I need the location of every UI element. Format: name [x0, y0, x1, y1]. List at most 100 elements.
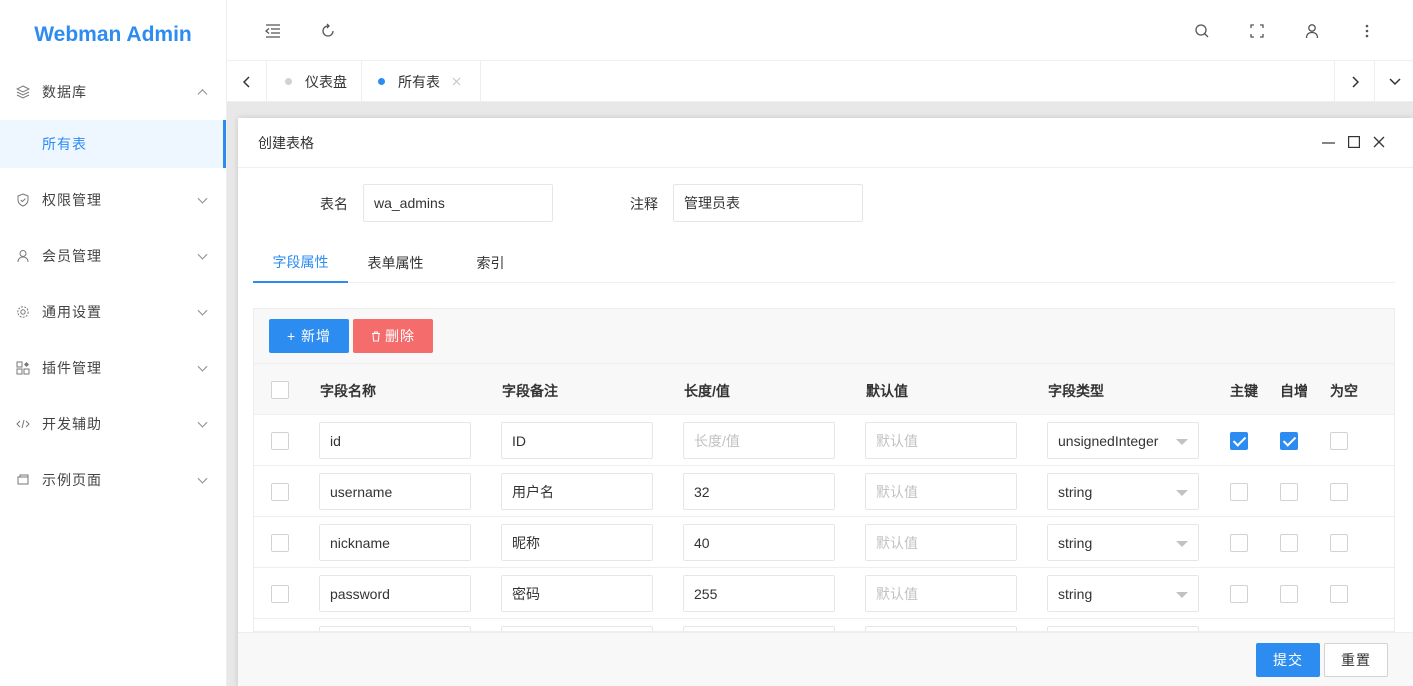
chevron-down-icon	[197, 417, 208, 428]
nullable-checkbox[interactable]	[1330, 534, 1348, 552]
table-row: id ID 长度/值 默认值 unsignedInteger	[254, 415, 1394, 466]
tab-label: 仪表盘	[305, 73, 347, 90]
search-icon[interactable]	[1191, 20, 1213, 42]
sidebar: Webman Admin 数据库 所有表 权限管理 会员管理 通用设置 插件管理	[0, 0, 227, 686]
sidebar-item-label: 数据库	[42, 84, 87, 100]
row-select-checkbox[interactable]	[271, 534, 289, 552]
field-type-value: unsignedInteger	[1058, 432, 1159, 449]
trash-icon	[371, 331, 381, 342]
column-header: 字段备注	[502, 383, 558, 399]
reset-button[interactable]: 重置	[1324, 643, 1388, 677]
select-all-checkbox[interactable]	[271, 381, 289, 399]
field-type-select[interactable]: unsignedInteger	[1047, 422, 1199, 459]
field-default-input[interactable]: 默认值	[865, 524, 1017, 561]
submit-button[interactable]: 提交	[1256, 643, 1320, 677]
field-default-input[interactable]: 默认值	[865, 422, 1017, 459]
sidebar-item-label: 通用设置	[42, 304, 102, 320]
gear-icon	[16, 305, 30, 319]
field-default-input[interactable]: 默认值	[865, 473, 1017, 510]
fields-panel: + 新增 删除 字段名称 字段备注 长度/值 默认值 字段类型 主键 自增 为空…	[253, 308, 1395, 632]
column-header: 主键	[1230, 383, 1258, 399]
sidebar-item-permissions[interactable]: 权限管理	[0, 172, 226, 228]
nullable-checkbox[interactable]	[1330, 585, 1348, 603]
chevron-down-icon	[197, 361, 208, 372]
app-logo: Webman Admin	[34, 23, 192, 46]
top-header	[227, 0, 1413, 61]
primary-key-checkbox[interactable]	[1230, 585, 1248, 603]
field-comment-input[interactable]: 用户名	[501, 473, 653, 510]
column-header: 默认值	[866, 383, 908, 399]
field-length-input[interactable]: 长度/值	[683, 422, 835, 459]
apps-icon	[16, 361, 30, 375]
field-name-input[interactable]: nickname	[319, 524, 471, 561]
tab-all-tables[interactable]: 所有表	[362, 61, 481, 102]
user-icon[interactable]	[1301, 20, 1323, 42]
tab-index[interactable]: 索引	[443, 242, 538, 283]
column-header: 长度/值	[684, 383, 730, 399]
tabs-prev-button[interactable]	[227, 61, 267, 102]
field-name-input[interactable]: password	[319, 575, 471, 612]
tabs-menu-button[interactable]	[1374, 61, 1413, 102]
table-name-input[interactable]: wa_admins	[363, 184, 553, 222]
column-header: 字段名称	[320, 383, 376, 399]
table-name-label: 表名	[320, 196, 348, 212]
refresh-icon[interactable]	[317, 20, 339, 42]
delete-field-button[interactable]: 删除	[353, 319, 433, 353]
sidebar-item-database[interactable]: 数据库	[0, 64, 226, 120]
auto-increment-checkbox[interactable]	[1280, 432, 1298, 450]
field-comment-input[interactable]: 密码	[501, 575, 653, 612]
field-name-input[interactable]: id	[319, 422, 471, 459]
field-length-input[interactable]: 32	[683, 473, 835, 510]
tab-form-properties[interactable]: 表单属性	[348, 242, 443, 283]
field-default-input[interactable]: 默认值	[865, 575, 1017, 612]
add-field-button[interactable]: + 新增	[269, 319, 349, 353]
primary-key-checkbox[interactable]	[1230, 432, 1248, 450]
user-icon	[16, 249, 30, 263]
maximize-icon[interactable]	[1346, 134, 1362, 150]
more-icon[interactable]	[1356, 20, 1378, 42]
row-select-checkbox[interactable]	[271, 483, 289, 501]
sidebar-item-members[interactable]: 会员管理	[0, 228, 226, 284]
field-length-input[interactable]: 40	[683, 524, 835, 561]
nullable-checkbox[interactable]	[1330, 483, 1348, 501]
field-type-select[interactable]: string	[1047, 524, 1199, 561]
field-comment-input[interactable]: 昵称	[501, 524, 653, 561]
field-type-select[interactable]: string	[1047, 575, 1199, 612]
chevron-down-icon	[197, 473, 208, 484]
table-row	[254, 619, 1394, 631]
field-type-value: string	[1058, 534, 1093, 551]
column-header: 自增	[1280, 383, 1308, 399]
collapse-menu-icon[interactable]	[262, 20, 284, 42]
close-icon[interactable]	[452, 77, 461, 86]
chevron-down-icon	[197, 193, 208, 204]
primary-key-checkbox[interactable]	[1230, 534, 1248, 552]
field-length-input[interactable]: 255	[683, 575, 835, 612]
sidebar-item-plugins[interactable]: 插件管理	[0, 340, 226, 396]
nullable-checkbox[interactable]	[1330, 432, 1348, 450]
layers-icon	[16, 85, 30, 99]
auto-increment-checkbox[interactable]	[1280, 483, 1298, 501]
comment-input[interactable]: 管理员表	[673, 184, 863, 222]
row-select-checkbox[interactable]	[271, 585, 289, 603]
sidebar-item-label: 开发辅助	[42, 416, 102, 432]
tabs-next-button[interactable]	[1334, 61, 1374, 102]
field-name-input[interactable]: username	[319, 473, 471, 510]
sidebar-item-examples[interactable]: 示例页面	[0, 452, 226, 508]
dialog-title: 创建表格	[238, 118, 1413, 168]
sidebar-item-all-tables[interactable]: 所有表	[0, 120, 226, 168]
column-header: 字段类型	[1048, 383, 1104, 399]
auto-increment-checkbox[interactable]	[1280, 534, 1298, 552]
fullscreen-icon[interactable]	[1246, 20, 1268, 42]
auto-increment-checkbox[interactable]	[1280, 585, 1298, 603]
sidebar-item-settings[interactable]: 通用设置	[0, 284, 226, 340]
row-select-checkbox[interactable]	[271, 432, 289, 450]
field-type-select[interactable]: string	[1047, 473, 1199, 510]
field-type-value: string	[1058, 585, 1093, 602]
tab-field-properties[interactable]: 字段属性	[253, 242, 348, 283]
primary-key-checkbox[interactable]	[1230, 483, 1248, 501]
field-comment-input[interactable]: ID	[501, 422, 653, 459]
tab-dashboard[interactable]: 仪表盘	[267, 61, 362, 102]
close-icon[interactable]	[1371, 134, 1387, 150]
sidebar-item-dev-tools[interactable]: 开发辅助	[0, 396, 226, 452]
minimize-icon[interactable]	[1320, 134, 1336, 150]
